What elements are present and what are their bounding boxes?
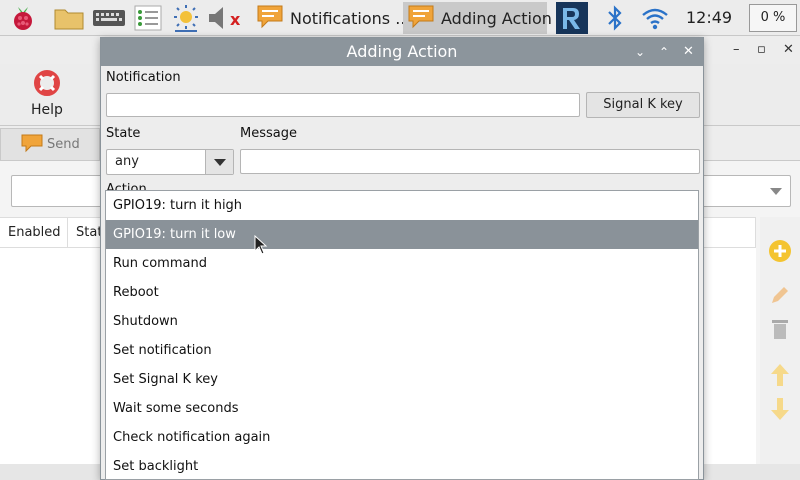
list-item[interactable]: Run command (106, 249, 698, 278)
brightness-icon[interactable] (170, 3, 202, 33)
list-item[interactable]: Check notification again (106, 423, 698, 452)
wifi-icon[interactable] (639, 3, 671, 33)
svg-text:x: x (230, 10, 241, 29)
move-down-icon[interactable] (766, 395, 794, 423)
task-list-icon[interactable] (131, 3, 165, 33)
help-label: Help (31, 102, 63, 118)
taskbar-window-notifications[interactable]: Notifications ... (252, 2, 410, 34)
raspberry-menu-icon[interactable] (8, 3, 38, 33)
list-item[interactable]: Set backlight (106, 452, 698, 480)
cpu-monitor: 0 % (749, 4, 797, 32)
close-icon[interactable]: ✕ (683, 38, 694, 66)
keyboard-icon[interactable] (91, 3, 127, 33)
send-chat-icon (21, 133, 43, 157)
list-item[interactable]: Shutdown (106, 307, 698, 336)
edit-icon[interactable] (766, 281, 794, 309)
maximize-icon[interactable]: ▫ (757, 42, 766, 57)
vnc-icon[interactable] (555, 1, 589, 35)
clock: 12:49 (686, 8, 733, 27)
taskbar-window-adding-action[interactable]: Adding Action (403, 2, 552, 34)
mouse-pointer-icon (254, 234, 268, 259)
notification-chat-icon (256, 3, 284, 33)
message-input[interactable] (240, 149, 700, 174)
chevron-down-icon[interactable]: ⌄ (635, 38, 645, 66)
list-item[interactable]: GPIO19: turn it high (106, 191, 698, 220)
tab-send[interactable]: Send (0, 128, 100, 160)
list-item[interactable]: Set notification (106, 336, 698, 365)
notification-label: Notification (106, 70, 181, 85)
state-label: State (106, 126, 141, 141)
action-dropdown-list[interactable]: GPIO19: turn it high GPIO19: turn it low… (105, 190, 699, 480)
file-manager-icon[interactable] (52, 3, 86, 33)
close-icon[interactable]: ✕ (783, 42, 794, 57)
list-item[interactable]: Reboot (106, 278, 698, 307)
list-item[interactable]: GPIO19: turn it low (106, 220, 698, 249)
move-up-icon[interactable] (766, 361, 794, 389)
side-toolbar (760, 217, 800, 465)
taskbar: x Notifications ... Adding Action 12:49 … (0, 0, 800, 36)
chevron-down-icon (770, 188, 782, 195)
state-select[interactable]: any (106, 149, 234, 175)
state-value: any (115, 154, 139, 169)
help-lifebuoy-icon (34, 70, 60, 100)
taskbar-window-label: Adding Action (441, 8, 552, 28)
tab-label: Send (47, 137, 80, 152)
bluetooth-icon[interactable] (601, 3, 629, 33)
taskbar-window-label: Notifications ... (290, 8, 411, 28)
message-label: Message (240, 126, 297, 141)
volume-muted-icon[interactable]: x (206, 3, 246, 33)
help-button[interactable]: Help (22, 70, 72, 118)
dialog-title: Adding Action (101, 38, 703, 66)
add-icon[interactable] (766, 237, 794, 265)
chevron-up-icon[interactable]: ⌃ (659, 38, 669, 66)
notification-chat-icon (407, 3, 435, 33)
notification-input[interactable] (106, 93, 580, 117)
chevron-down-icon[interactable] (205, 150, 233, 174)
list-item[interactable]: Set Signal K key (106, 365, 698, 394)
column-header[interactable]: Enabled (0, 218, 68, 248)
list-item[interactable]: Wait some seconds (106, 394, 698, 423)
trash-icon[interactable] (766, 315, 794, 343)
signalk-key-button[interactable]: Signal K key (586, 92, 700, 118)
minimize-icon[interactable]: – (733, 42, 740, 57)
